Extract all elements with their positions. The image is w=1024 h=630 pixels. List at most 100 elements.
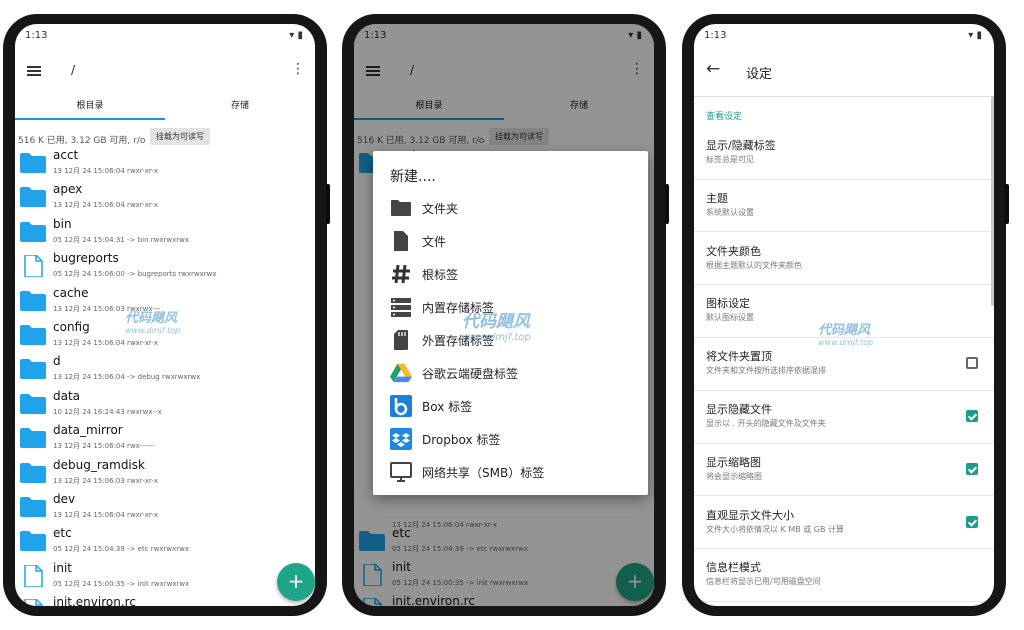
new-folder-option[interactable]: 文件夹 — [373, 192, 648, 225]
setting-checkbox[interactable] — [966, 515, 978, 528]
folder-icon — [20, 393, 46, 414]
setting-subtitle: 系统默认设置 — [706, 207, 754, 217]
setting-subtitle: 默认图标设置 — [706, 313, 754, 323]
list-item[interactable]: bin 05 12月 24 15:04:31 -> bin rwxrwxrwx — [15, 215, 315, 249]
settings-row[interactable]: 信息栏模式 信息栏将显示已用/可用磁盘空间 — [694, 549, 994, 602]
option-label: 外置存储标签 — [422, 334, 495, 348]
status-bar: 1:13 ▾ ▮ — [15, 24, 315, 50]
setting-checkbox[interactable] — [966, 462, 978, 475]
setting-subtitle: 文件夹和文件按所选排序依据混排 — [706, 366, 826, 376]
add-fab-button[interactable]: + — [277, 563, 315, 601]
google-drive-tag-option[interactable]: 谷歌云端硬盘标签 — [373, 357, 648, 390]
file-icon — [24, 564, 43, 587]
folder-icon — [391, 200, 411, 216]
external-storage-tag-option[interactable]: 外置存储标签 — [373, 324, 648, 357]
sd-card-icon — [394, 330, 408, 350]
settings-row[interactable]: 将文件夹置顶文件夹和文件按所选排序依据混排 — [694, 338, 994, 391]
back-arrow-icon[interactable]: ← — [706, 61, 720, 78]
phone-frame-browser: 1:13 ▾ ▮ / ⋮ 根目录 存储 516 K 已用, 3.12 GB 可用… — [3, 14, 330, 616]
option-label: 根标签 — [422, 268, 459, 282]
file-name: cache — [53, 285, 89, 300]
settings-row[interactable]: 直观显示文件大小 文件大小将依情况以 K MB 或 GB 计算 — [694, 497, 994, 550]
storage-icon — [391, 298, 411, 317]
box-tag-option[interactable]: Box 标签 — [373, 390, 648, 423]
option-label: 文件 — [422, 235, 447, 249]
setting-title: 显示/隐藏标签 — [706, 139, 776, 152]
list-item[interactable]: debug_ramdisk 13 12月 24 15:06:03 rwxr-xr-… — [15, 456, 315, 490]
file-meta: 13 12月 24 15:06:04 rwxr-xr-x — [53, 338, 159, 347]
folder-icon — [20, 531, 46, 552]
folder-icon — [20, 496, 46, 517]
list-item[interactable]: init.environ.rc — [15, 593, 315, 606]
setting-subtitle: 显示以 . 开头的隐藏文件及文件夹 — [706, 419, 826, 428]
file-name: apex — [53, 182, 83, 197]
box-icon — [390, 395, 412, 417]
settings-row[interactable]: 显示/隐藏标签 标签总是可见 — [694, 127, 994, 180]
status-bar: 1:13 ▾ ▮ — [694, 24, 994, 50]
storage-info: 516 K 已用, 3.12 GB 可用, r/o — [18, 136, 146, 146]
file-meta: 13 12月 24 15:06:04 rwx------ — [53, 442, 155, 451]
file-icon — [24, 599, 43, 606]
file-meta: 05 12月 24 15:06:00 -> bugreports rwxrwxr… — [53, 270, 217, 279]
tab-root[interactable]: 根目录 — [15, 96, 165, 124]
list-item[interactable]: bugreports 05 12月 24 15:06:00 -> bugrepor… — [15, 249, 315, 283]
option-label: 文件夹 — [422, 202, 459, 216]
status-time: 1:13 — [704, 30, 727, 41]
list-item[interactable]: config 13 12月 24 15:06:04 rwxr-xr-x — [15, 318, 315, 352]
status-right-icons: ▾ ▮ — [289, 30, 303, 41]
settings-list: 查看设定 显示/隐藏标签 标签总是可见 主题 系统默认设置 文件夹颜色 根据主题默认的文件… — [694, 96, 994, 602]
smb-tag-option[interactable]: 网络共享（SMB）标签 — [373, 456, 648, 489]
file-name: d — [53, 354, 61, 369]
status-right-icons: ▾ ▮ — [968, 30, 982, 41]
file-name: init — [53, 560, 72, 575]
file-meta: 13 12月 24 15:06:04 rwxr-xr-x — [53, 167, 159, 175]
list-item[interactable]: apex 13 12月 24 15:06:04 rwxr-xr-x — [15, 180, 315, 214]
settings-row[interactable]: 图标设定 默认图标设置 — [694, 285, 994, 338]
volume-button — [326, 184, 330, 224]
file-name: debug_ramdisk — [53, 457, 145, 472]
dropbox-tag-option[interactable]: Dropbox 标签 — [373, 423, 648, 456]
root-tag-option[interactable]: 根标签 — [373, 258, 648, 291]
setting-checkbox[interactable] — [966, 410, 978, 422]
list-item[interactable]: data 10 12月 24 16:24:43 rwxrwx--x — [15, 387, 315, 421]
phone-frame-dialog: 1:13 ▾ ▮ / ⋮ 根目录 存储 516 K 已用, 3.12 GB 可用… — [342, 14, 669, 616]
setting-title: 显示缩略图 — [706, 455, 761, 469]
list-item[interactable]: cache 13 12月 24 15:06:03 rwxrwx--- — [15, 284, 315, 318]
list-item[interactable]: data_mirror 13 12月 24 15:06:04 rwx------ — [15, 421, 315, 455]
menu-icon[interactable] — [27, 66, 41, 76]
section-header: 查看设定 — [706, 112, 743, 122]
list-item[interactable]: acct 13 12月 24 15:06:04 rwxr-xr-x — [15, 146, 315, 180]
list-item[interactable]: dev 13 12月 24 15:06:04 rwxr-xr-x — [15, 490, 315, 524]
settings-row[interactable]: 文件夹颜色 根据主题默认的文件夹颜色 — [694, 233, 994, 286]
internal-storage-tag-option[interactable]: 内置存储标签 — [373, 291, 648, 324]
setting-checkbox[interactable] — [966, 357, 978, 370]
file-name: etc — [53, 526, 72, 541]
volume-button — [1005, 184, 1009, 224]
list-item[interactable]: d 13 12月 24 15:06:04 -> debug rwxrwxrwx — [15, 352, 315, 386]
settings-row[interactable]: 显示隐藏文件 显示以 . 开头的隐藏文件及文件夹 — [694, 391, 994, 444]
status-time: 1:13 — [25, 30, 48, 41]
new-file-option[interactable]: 文件 — [373, 225, 648, 258]
option-label: Dropbox 标签 — [422, 433, 501, 447]
setting-title: 文件夹颜色 — [706, 244, 761, 258]
more-options-icon[interactable]: ⋮ — [291, 62, 305, 76]
option-label: 内置存储标签 — [422, 301, 495, 315]
setting-title: 将文件夹置顶 — [706, 350, 772, 364]
file-name: dev — [53, 491, 76, 506]
list-item[interactable]: init 05 12月 24 15:00:35 -> init rwxrwxrwx — [15, 559, 315, 593]
list-item[interactable]: etc 05 12月 24 15:04:39 -> etc rwxrwxrwx — [15, 524, 315, 558]
file-name: data_mirror — [53, 423, 123, 438]
app-bar: / ⋮ — [15, 50, 315, 96]
tab-storage[interactable]: 存储 — [165, 96, 315, 124]
setting-title: 直观显示文件大小 — [706, 508, 794, 522]
file-icon — [24, 255, 43, 278]
file-meta: 13 12月 24 15:06:03 rwxr-xr-x — [53, 476, 159, 485]
scrollbar[interactable] — [991, 96, 994, 306]
file-meta: 13 12月 24 15:06:04 -> debug rwxrwxrwx — [53, 373, 201, 382]
mount-rw-button[interactable]: 挂载为可读写 — [150, 128, 210, 145]
folder-icon — [20, 359, 46, 380]
settings-row[interactable]: 主题 系统默认设置 — [694, 180, 994, 233]
screen-file-browser: 1:13 ▾ ▮ / ⋮ 根目录 存储 516 K 已用, 3.12 GB 可用… — [15, 24, 315, 606]
settings-row[interactable]: 显示缩略图 将会显示缩略图 — [694, 444, 994, 497]
folder-icon — [20, 462, 46, 483]
